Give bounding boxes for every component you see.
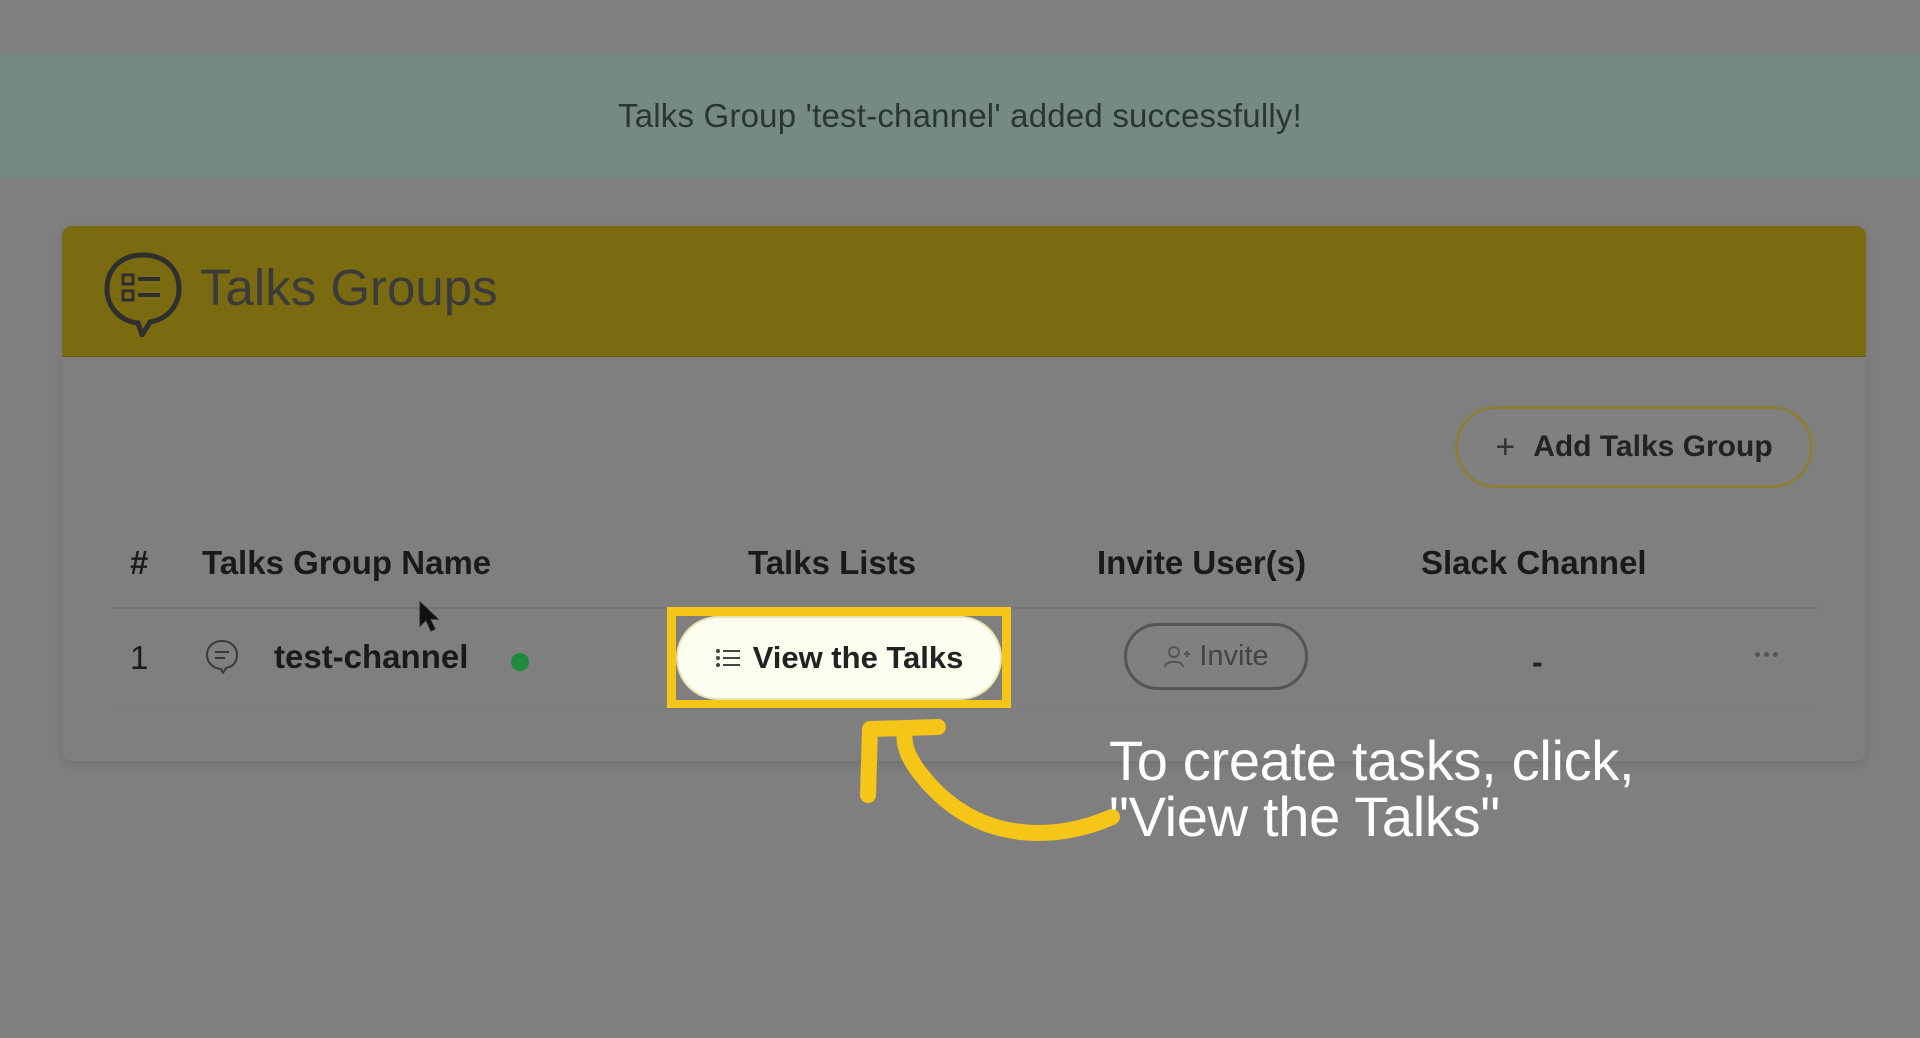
banner-message: Talks Group 'test-channel' added success…: [618, 97, 1302, 134]
column-header-talks-lists: Talks Lists: [748, 544, 917, 581]
column-header-index: #: [130, 544, 149, 581]
more-options-button[interactable]: [1742, 634, 1790, 674]
dot-icon: [1754, 651, 1760, 657]
plus-icon: +: [1495, 427, 1516, 466]
annotation-line-2: "View the Talks": [1109, 785, 1500, 848]
row-divider: [112, 708, 1817, 709]
row-index: 1: [130, 639, 149, 676]
dot-icon: [1763, 651, 1769, 657]
success-banner: Talks Group 'test-channel' added success…: [0, 54, 1920, 178]
column-header-name: Talks Group Name: [202, 544, 492, 581]
status-online-indicator: [511, 653, 529, 671]
slack-channel-value: -: [1532, 644, 1543, 680]
dot-icon: [1772, 651, 1778, 657]
column-header-invite-users: Invite User(s): [1097, 544, 1307, 581]
view-the-talks-label: View the Talks: [752, 640, 964, 675]
column-header-slack-channel: Slack Channel: [1421, 544, 1647, 581]
add-talks-group-button[interactable]: + Add Talks Group: [1455, 406, 1813, 488]
chat-list-icon: [104, 252, 182, 337]
card-header: Talks Groups: [62, 226, 1866, 357]
talks-groups-card: Talks Groups + Add Talks Group # Talks G…: [62, 226, 1866, 761]
add-talks-group-label: Add Talks Group: [1533, 430, 1773, 463]
tutorial-annotation: To create tasks, click, "View the Talks": [1109, 729, 1635, 848]
card-title: Talks Groups: [200, 259, 498, 316]
talks-group-name-link[interactable]: test-channel: [274, 638, 468, 676]
annotation-line-1: To create tasks, click,: [1109, 729, 1635, 792]
page: Talks Group 'test-channel' added success…: [0, 0, 1920, 1038]
mouse-cursor-icon: [419, 600, 440, 632]
chat-icon: [205, 639, 239, 674]
view-the-talks-button[interactable]: View the Talks: [676, 616, 1002, 700]
list-icon: [715, 649, 740, 667]
invite-button[interactable]: Invite: [1124, 623, 1308, 690]
add-user-icon: [1164, 645, 1191, 667]
curved-arrow-icon: [860, 719, 1120, 841]
invite-label: Invite: [1199, 640, 1269, 672]
